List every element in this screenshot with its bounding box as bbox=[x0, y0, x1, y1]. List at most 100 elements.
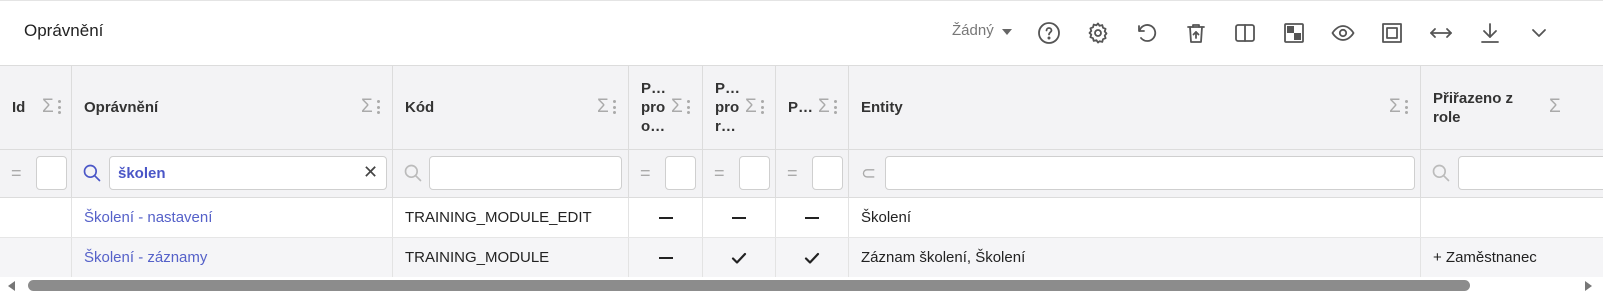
filter-role-input[interactable] bbox=[1458, 156, 1603, 190]
sum-icon[interactable]: Σ bbox=[361, 97, 373, 117]
sum-icon[interactable]: Σ bbox=[818, 97, 830, 117]
view-select[interactable]: Žádný bbox=[952, 22, 1012, 39]
scroll-right-arrow-icon[interactable] bbox=[1585, 281, 1592, 291]
sum-icon[interactable]: Σ bbox=[1389, 97, 1401, 117]
fullscreen-icon[interactable] bbox=[1378, 19, 1406, 47]
view-select-value: Žádný bbox=[952, 22, 994, 39]
filter-permission: ✕ bbox=[72, 150, 393, 197]
chevron-down-icon[interactable] bbox=[1525, 19, 1553, 47]
column-header-permission[interactable]: Oprávnění Σ bbox=[72, 66, 393, 149]
download-icon[interactable] bbox=[1476, 19, 1504, 47]
settings-icon[interactable] bbox=[1084, 19, 1112, 47]
layout-icon[interactable] bbox=[1280, 19, 1308, 47]
column-header-assigned-from-role[interactable]: Přiřazeno z role Σ bbox=[1421, 66, 1603, 149]
search-icon bbox=[1431, 163, 1451, 187]
column-label: P… pro r… bbox=[715, 80, 741, 135]
sum-icon[interactable]: Σ bbox=[597, 97, 609, 117]
filter-p-pro-r-input[interactable] bbox=[739, 156, 770, 190]
visibility-icon[interactable] bbox=[1329, 19, 1357, 47]
header-row: Id Σ Oprávnění Σ Kód Σ P… pro o… Σ P… pro r… bbox=[0, 66, 1603, 150]
dash-icon bbox=[732, 216, 746, 219]
cell-p-pro-o bbox=[629, 238, 703, 277]
permission-link[interactable]: Školení - nastavení bbox=[72, 209, 212, 226]
cell-permission[interactable]: Školení - záznamy bbox=[72, 238, 393, 277]
filter-operator-equals[interactable]: = bbox=[714, 163, 725, 183]
cell-role: + Zaměstnanec bbox=[1433, 249, 1537, 266]
filter-id-input[interactable] bbox=[36, 156, 67, 190]
column-header-entity[interactable]: Entity Σ bbox=[849, 66, 1421, 149]
column-menu-icon[interactable] bbox=[760, 100, 764, 114]
cell-p-pro-r bbox=[703, 238, 776, 277]
filter-p-pro-o: = bbox=[629, 150, 703, 197]
toolbar: Oprávnění Žádný bbox=[0, 1, 1603, 65]
filter-row: = ✕ = = bbox=[0, 150, 1603, 198]
filter-entity: ⊂ bbox=[849, 150, 1421, 197]
column-label: Přiřazeno z role bbox=[1433, 90, 1514, 126]
filter-permission-input[interactable] bbox=[109, 156, 387, 190]
filter-operator-contains[interactable]: ⊂ bbox=[861, 163, 876, 183]
clear-icon[interactable]: ✕ bbox=[363, 162, 378, 183]
sum-icon[interactable]: Σ bbox=[671, 97, 683, 117]
column-menu-icon[interactable] bbox=[376, 100, 380, 114]
check-icon bbox=[804, 252, 820, 264]
cell-code: TRAINING_MODULE bbox=[393, 238, 629, 277]
column-menu-icon[interactable] bbox=[686, 100, 690, 114]
horizontal-scrollbar[interactable] bbox=[0, 277, 1603, 297]
scrollbar-thumb[interactable] bbox=[28, 280, 1470, 291]
permission-link[interactable]: Školení - záznamy bbox=[72, 249, 207, 266]
filter-code-input[interactable] bbox=[429, 156, 622, 190]
column-header-p-pro-o[interactable]: P… pro o… Σ bbox=[629, 66, 703, 149]
cell-p bbox=[776, 238, 849, 277]
cell-p-pro-o bbox=[629, 198, 703, 237]
check-icon bbox=[731, 252, 747, 264]
filter-p: = bbox=[776, 150, 849, 197]
column-label: Oprávnění bbox=[84, 99, 159, 116]
undo-icon[interactable] bbox=[1133, 19, 1161, 47]
search-icon bbox=[403, 163, 423, 187]
scroll-left-arrow-icon[interactable] bbox=[8, 281, 15, 291]
column-menu-icon[interactable] bbox=[57, 100, 61, 114]
cell-code: TRAINING_MODULE_EDIT bbox=[393, 198, 629, 237]
cell-role bbox=[1421, 198, 1603, 237]
column-header-code[interactable]: Kód Σ bbox=[393, 66, 629, 149]
filter-operator-equals[interactable]: = bbox=[640, 163, 651, 183]
column-header-p-pro-r[interactable]: P… pro r… Σ bbox=[703, 66, 776, 149]
column-menu-icon[interactable] bbox=[1404, 100, 1408, 114]
column-label: P… pro o… bbox=[641, 80, 667, 135]
column-header-p[interactable]: P… Σ bbox=[776, 66, 849, 149]
column-menu-icon[interactable] bbox=[612, 100, 616, 114]
cell-entity: Záznam školení, Školení bbox=[849, 238, 1421, 277]
fit-width-icon[interactable] bbox=[1427, 19, 1455, 47]
cell-permission[interactable]: Školení - nastavení bbox=[72, 198, 393, 237]
permissions-grid: Id Σ Oprávnění Σ Kód Σ P… pro o… Σ P… pro r… bbox=[0, 65, 1603, 277]
cell-p-pro-r bbox=[703, 198, 776, 237]
sum-icon[interactable]: Σ bbox=[42, 97, 54, 117]
caret-down-icon bbox=[1001, 28, 1012, 35]
permissions-panel: Oprávnění Žádný Id Σ Oprávnění Σ Kód Σ P… bbox=[0, 0, 1603, 304]
filter-p-pro-o-input[interactable] bbox=[665, 156, 696, 190]
table-row[interactable]: Školení - nastavení TRAINING_MODULE_EDIT… bbox=[0, 198, 1603, 238]
columns-icon[interactable] bbox=[1231, 19, 1259, 47]
delete-icon[interactable] bbox=[1182, 19, 1210, 47]
column-label: Id bbox=[12, 99, 26, 116]
dash-icon bbox=[658, 216, 673, 219]
page-title: Oprávnění bbox=[24, 21, 104, 40]
filter-code bbox=[393, 150, 629, 197]
filter-entity-input[interactable] bbox=[885, 156, 1415, 190]
help-icon[interactable] bbox=[1035, 19, 1063, 47]
table-row[interactable]: Školení - záznamy TRAINING_MODULE Záznam… bbox=[0, 238, 1603, 277]
column-label: Entity bbox=[861, 99, 903, 116]
filter-operator-equals[interactable]: = bbox=[11, 163, 22, 183]
filter-operator-equals[interactable]: = bbox=[787, 163, 798, 183]
sum-icon[interactable]: Σ bbox=[745, 97, 757, 117]
cell-entity: Školení bbox=[849, 198, 1421, 237]
column-header-id[interactable]: Id Σ bbox=[0, 66, 72, 149]
filter-p-pro-r: = bbox=[703, 150, 776, 197]
scrollbar-track[interactable] bbox=[28, 280, 1578, 291]
dash-icon bbox=[805, 216, 819, 219]
column-menu-icon[interactable] bbox=[833, 100, 837, 114]
sum-icon[interactable]: Σ bbox=[1549, 97, 1561, 117]
column-label: P… bbox=[788, 99, 814, 116]
filter-p-input[interactable] bbox=[812, 156, 843, 190]
search-icon bbox=[82, 163, 102, 187]
